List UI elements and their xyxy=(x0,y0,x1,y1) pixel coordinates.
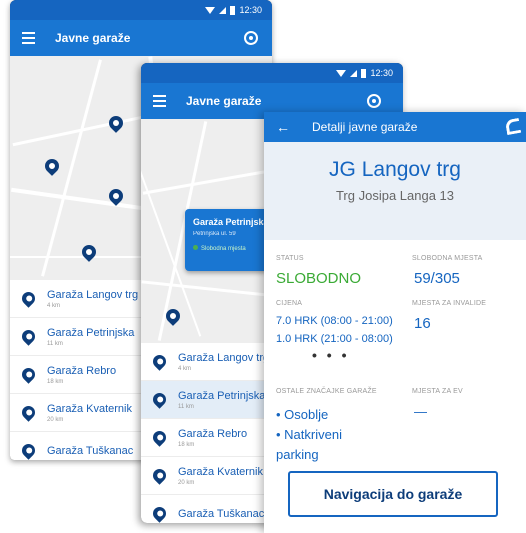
map-pin-icon xyxy=(19,289,38,308)
status-dot-icon xyxy=(193,245,198,250)
feature-item: • Natkriveni parking xyxy=(276,427,342,462)
detail-app-bar: ← Detalji javne garaže xyxy=(264,112,526,142)
menu-icon[interactable] xyxy=(153,95,166,107)
garage-name: Garaža Petrinjska xyxy=(178,389,266,402)
garage-detail-screen: ← Detalji javne garaže JG Langov trg Trg… xyxy=(264,112,526,533)
garage-name: Garaža Rebro xyxy=(47,364,117,377)
detail-title: Detalji javne garaže xyxy=(312,120,418,134)
app-title: Javne garaže xyxy=(186,94,262,108)
signal-icon xyxy=(350,69,358,77)
invalid-places-label: MJESTA ZA INVALIDE xyxy=(412,300,487,307)
map-pin-icon xyxy=(150,428,169,447)
map-pin-icon[interactable] xyxy=(79,242,99,262)
garage-name: Garaža Kvaternik xyxy=(178,465,263,478)
garage-info: STATUS SLOBODNO SLOBODNA MJESTA 59/305 C… xyxy=(264,240,526,533)
my-location-icon[interactable] xyxy=(244,31,258,45)
garage-name: Garaža Rebro xyxy=(178,427,248,440)
status-time: 12:30 xyxy=(370,68,393,78)
garage-distance: 18 km xyxy=(47,378,64,385)
ev-places-value: — xyxy=(414,404,427,419)
navigate-button[interactable]: Navigacija do garaže xyxy=(288,471,498,517)
status-bar: 12:30 xyxy=(141,63,403,83)
garage-header: JG Langov trg Trg Josipa Langa 13 xyxy=(264,142,526,240)
map-pin-icon xyxy=(150,352,169,371)
battery-icon xyxy=(361,68,367,78)
garage-distance: 20 km xyxy=(178,479,195,486)
garage-distance: 20 km xyxy=(47,416,64,423)
menu-icon[interactable] xyxy=(22,32,35,44)
garage-distance: 4 km xyxy=(178,365,192,372)
popup-status: Slobodna mjesta xyxy=(201,246,246,252)
signal-icon xyxy=(219,6,227,14)
map-pin-icon[interactable] xyxy=(106,113,126,133)
invalid-places-value: 16 xyxy=(414,315,431,332)
app-title: Javne garaže xyxy=(55,31,131,45)
more-prices-button[interactable]: • • • xyxy=(312,347,349,363)
free-places-value: 59/305 xyxy=(414,270,460,287)
garage-distance: 4 km xyxy=(47,302,61,309)
garage-distance: 11 km xyxy=(47,340,63,347)
status-label: STATUS xyxy=(276,255,304,262)
wifi-icon xyxy=(205,6,216,14)
map-pin-icon[interactable] xyxy=(42,156,62,176)
status-time: 12:30 xyxy=(239,5,262,15)
map-pin-icon xyxy=(19,365,38,384)
garage-name: Garaža Langov trg xyxy=(47,288,139,301)
map-pin-icon xyxy=(19,403,38,422)
price-day: 7.0 HRK (08:00 - 21:00) xyxy=(276,315,393,327)
ev-places-label: MJESTA ZA EV xyxy=(412,388,463,395)
map-pin-icon xyxy=(19,327,38,346)
map-pin-icon xyxy=(150,504,169,523)
price-night: 1.0 HRK (21:00 - 08:00) xyxy=(276,333,393,345)
garage-address: Trg Josipa Langa 13 xyxy=(335,188,455,203)
garage-name: Garaža Langov trg xyxy=(178,351,270,364)
status-bar: 12:30 xyxy=(10,0,272,20)
garage-distance: 18 km xyxy=(178,441,195,448)
phone-icon[interactable] xyxy=(504,117,522,136)
map-pin-icon xyxy=(150,390,169,409)
map-pin-icon xyxy=(19,441,38,460)
garage-name: Garaža Tuškanac xyxy=(47,444,134,457)
features-label: OSTALE ZNAČAJKE GARAŽE xyxy=(276,388,377,395)
app-bar: Javne garaže xyxy=(10,20,272,56)
garage-name: Garaža Kvaternik xyxy=(47,402,132,415)
garage-name: Garaža Tuškanac xyxy=(178,507,265,520)
garage-name: JG Langov trg xyxy=(329,158,461,181)
wifi-icon xyxy=(336,69,347,77)
feature-item: • Osoblje xyxy=(276,407,329,422)
garage-distance: 11 km xyxy=(178,403,194,410)
free-places-label: SLOBODNA MJESTA xyxy=(412,255,483,262)
my-location-icon[interactable] xyxy=(367,94,381,108)
battery-icon xyxy=(230,5,236,15)
status-value: SLOBODNO xyxy=(276,270,362,287)
back-arrow-icon[interactable]: ← xyxy=(276,119,290,135)
price-label: CIJENA xyxy=(276,300,303,307)
garage-name: Garaža Petrinjska xyxy=(47,326,135,339)
map-pin-icon xyxy=(150,466,169,485)
